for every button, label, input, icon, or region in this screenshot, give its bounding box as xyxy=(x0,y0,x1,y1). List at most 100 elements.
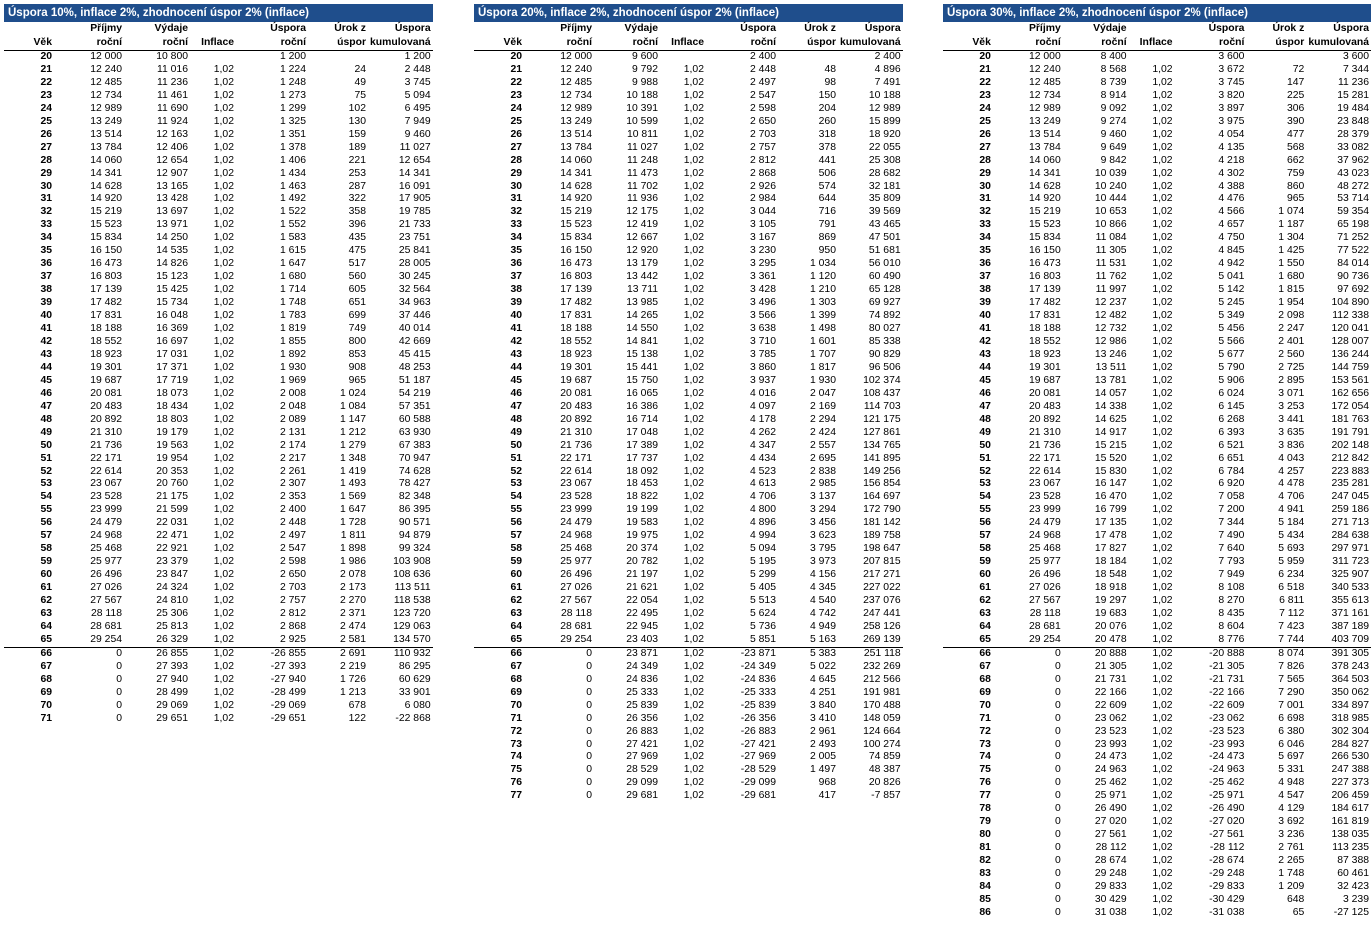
cell-uspora: 2 448 xyxy=(749,63,776,75)
cell-kumul: 43 023 xyxy=(1337,167,1369,179)
cell-inflace: 1,02 xyxy=(1152,193,1173,205)
cell-uspora: 1 680 xyxy=(279,271,306,283)
cell-urok: 4 156 xyxy=(809,569,836,581)
cell-prijmy: 17 482 xyxy=(90,297,122,309)
table-row: 22 12 485 9 988 1,02 2 497 98 7 491 xyxy=(474,77,903,90)
panel-title: Úspora 20%, inflace 2%, zhodnocení úspor… xyxy=(474,4,903,22)
cell-vydaje: 30 429 xyxy=(1094,893,1127,905)
cell-vydaje: 28 112 xyxy=(1095,842,1127,854)
cell-vydaje: 16 697 xyxy=(156,335,188,347)
cell-inflace: 1,02 xyxy=(1152,374,1173,386)
cell-vydaje: 25 462 xyxy=(1094,777,1127,789)
cell-kumul: 258 126 xyxy=(863,620,901,632)
table-row: 83 0 29 248 1,02 -29 248 1 748 60 461 xyxy=(943,868,1371,881)
table-row: 44 19 301 17 371 1,02 1 930 908 48 253 xyxy=(4,362,433,375)
table-row: 32 15 219 13 697 1,02 1 522 358 19 785 xyxy=(4,206,433,219)
cell-kumul: 56 010 xyxy=(868,258,901,270)
cell-vek: 44 xyxy=(510,361,522,373)
cell-uspora: 2 497 xyxy=(749,76,776,88)
cell-kumul: 28 379 xyxy=(1337,128,1369,140)
cell-kumul: 108 636 xyxy=(393,569,431,581)
cell-uspora: -27 393 xyxy=(270,660,306,672)
table-body: 20 12 000 8 400 3 600 3 600 21 12 240 8 568 1,02… xyxy=(943,51,1371,920)
cell-urok: 150 xyxy=(818,89,836,101)
cell-vydaje: 11 305 xyxy=(1095,245,1127,257)
cell-inflace: 1,02 xyxy=(213,63,234,75)
cell-urok: 5 383 xyxy=(778,646,838,661)
cell-vydaje: 29 681 xyxy=(626,790,658,802)
cell-vydaje: 18 073 xyxy=(156,387,188,399)
cell-vek: 82 xyxy=(979,855,991,867)
table-row: 42 18 552 12 986 1,02 5 566 2 401 128 007 xyxy=(943,336,1371,349)
table-row: 81 0 28 112 1,02 -28 112 2 761 113 235 xyxy=(943,842,1371,855)
cell-inflace: 1,02 xyxy=(1152,348,1173,360)
cell-kumul: 232 269 xyxy=(863,660,901,672)
cell-kumul: 259 186 xyxy=(1331,504,1369,516)
table-row: 60 26 496 21 197 1,02 5 299 4 156 217 271 xyxy=(474,569,903,582)
table-row: 69 0 25 333 1,02 -25 333 4 251 191 981 xyxy=(474,687,903,700)
cell-vek: 52 xyxy=(510,465,522,477)
cell-kumul: 355 613 xyxy=(1331,595,1369,607)
cell-vek: 65 xyxy=(510,633,522,645)
cell-urok: 24 xyxy=(354,63,366,75)
savings-table: Příjmy Výdaje Úspora Úrok z Úspora Věk r… xyxy=(4,22,433,726)
cell-prijmy: 28 118 xyxy=(560,607,592,619)
table-row: 33 15 523 12 419 1,02 3 105 791 43 465 xyxy=(474,219,903,232)
table-row: 40 17 831 16 048 1,02 1 783 699 37 446 xyxy=(4,310,433,323)
cell-urok: 2 474 xyxy=(339,620,366,632)
cell-inflace: 1,02 xyxy=(1152,738,1173,750)
cell-inflace: 1,02 xyxy=(683,569,704,581)
cell-uspora: 1 969 xyxy=(279,374,306,386)
cell-uspora: 4 942 xyxy=(1218,258,1245,270)
cell-kumul: 96 506 xyxy=(868,361,901,373)
cell-uspora: 4 476 xyxy=(1218,193,1245,205)
cell-urok: 441 xyxy=(818,154,836,166)
cell-uspora: 1 930 xyxy=(279,361,306,373)
cell-vek: 34 xyxy=(40,232,52,244)
cell-vydaje: 12 907 xyxy=(156,167,188,179)
cell-vek: 69 xyxy=(510,686,522,698)
cell-prijmy: 0 xyxy=(116,673,122,685)
cell-kumul: 3 745 xyxy=(404,76,431,88)
cell-prijmy: 0 xyxy=(1054,686,1061,698)
cell-vydaje: 13 985 xyxy=(626,297,658,309)
cell-kumul: 19 785 xyxy=(398,206,431,218)
cell-urok: 2 557 xyxy=(809,439,836,451)
cell-prijmy: 25 977 xyxy=(90,556,122,568)
cell-vek: 71 xyxy=(979,712,991,724)
cell-prijmy: 26 496 xyxy=(560,569,592,581)
table-row: 45 19 687 13 781 1,02 5 906 2 895 153 561 xyxy=(943,375,1371,388)
cell-urok: 1 930 xyxy=(809,374,836,386)
cell-prijmy: 21 736 xyxy=(560,439,592,451)
table-row: 21 12 240 11 016 1,02 1 224 24 2 448 xyxy=(4,64,433,77)
table-row: 56 24 479 17 135 1,02 7 344 5 184 271 713 xyxy=(943,517,1371,530)
cell-prijmy: 0 xyxy=(116,712,122,724)
col-urok-l1: Úrok z xyxy=(1272,23,1305,34)
cell-inflace: 1,02 xyxy=(1152,906,1173,918)
cell-prijmy: 0 xyxy=(1054,868,1061,880)
cell-kumul: 48 272 xyxy=(1337,180,1369,192)
cell-vydaje: 22 495 xyxy=(626,607,658,619)
table-row: 47 20 483 16 386 1,02 4 097 2 169 114 703 xyxy=(474,401,903,414)
cell-inflace: 1,02 xyxy=(1152,893,1173,905)
cell-urok: 1 209 xyxy=(1278,881,1305,892)
cell-uspora: 2 400 xyxy=(279,504,306,516)
cell-prijmy: 0 xyxy=(586,725,592,737)
cell-prijmy: 22 614 xyxy=(1028,465,1061,477)
cell-kumul: 14 341 xyxy=(398,167,431,179)
cell-vydaje: 25 971 xyxy=(1094,790,1127,802)
cell-vydaje: 13 971 xyxy=(156,219,188,231)
cell-inflace: 1,02 xyxy=(213,297,234,309)
cell-uspora: 1 855 xyxy=(279,335,306,347)
cell-urok: 574 xyxy=(818,180,836,192)
table-row: 62 27 567 19 297 1,02 8 270 6 811 355 613 xyxy=(943,595,1371,608)
cell-kumul: 94 879 xyxy=(398,530,431,542)
cell-vydaje: 19 199 xyxy=(626,504,658,516)
table-row: 26 13 514 12 163 1,02 1 351 159 9 460 xyxy=(4,129,433,142)
cell-vydaje: 13 711 xyxy=(626,284,658,296)
cell-urok: 159 xyxy=(348,128,366,140)
table-row: 24 12 989 9 092 1,02 3 897 306 19 484 xyxy=(943,103,1371,116)
cell-vydaje: 27 421 xyxy=(626,738,658,750)
cell-inflace xyxy=(660,51,706,64)
cell-inflace: 1,02 xyxy=(683,167,704,179)
